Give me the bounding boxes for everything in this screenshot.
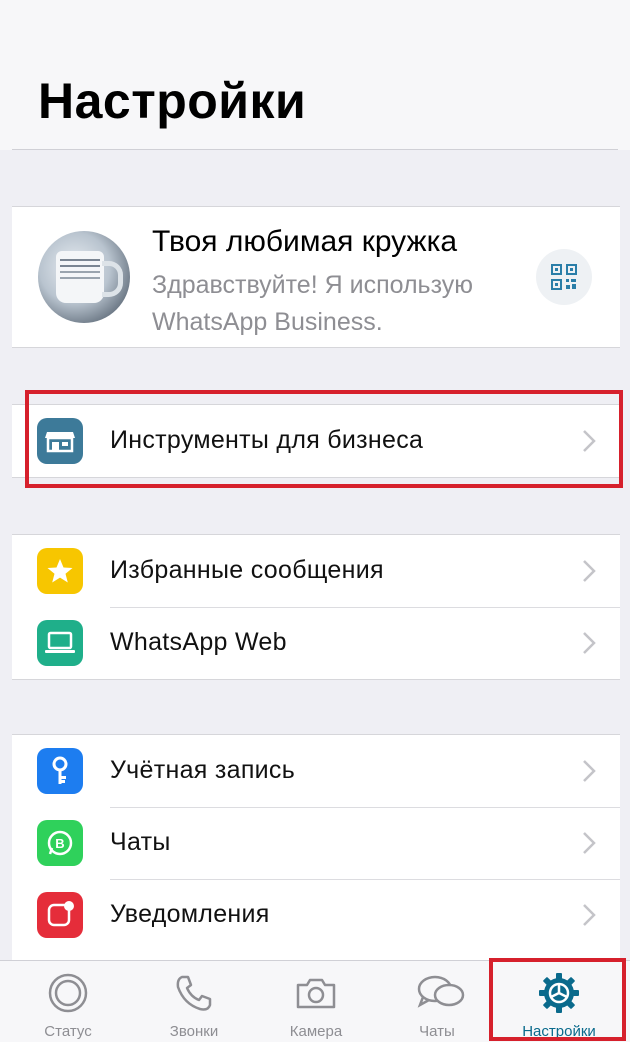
profile-name: Твоя любимая кружка xyxy=(152,225,458,258)
row-label: Инструменты для бизнеса xyxy=(110,426,424,454)
navigation-header: Настройки xyxy=(0,0,630,150)
status-icon xyxy=(48,973,88,1013)
row-whatsapp-web[interactable]: WhatsApp Web xyxy=(12,607,620,679)
chats-icon xyxy=(417,975,465,1008)
row-business-tools[interactable]: Инструменты для бизнеса xyxy=(12,405,620,477)
chevron-right-icon xyxy=(583,632,596,654)
header-divider xyxy=(12,149,618,150)
settings-gear-icon xyxy=(539,973,579,1013)
camera-icon xyxy=(296,978,336,1009)
tab-label: Камера xyxy=(289,1023,343,1040)
tab-calls[interactable]: Звонки xyxy=(131,961,257,1042)
chevron-right-icon xyxy=(583,560,596,582)
star-icon xyxy=(37,548,83,594)
qr-code-button[interactable] xyxy=(536,249,592,305)
laptop-icon xyxy=(37,620,83,666)
qr-code-icon xyxy=(551,264,577,290)
row-label: Избранные сообщения xyxy=(110,556,384,584)
features-section: Избранные сообщения WhatsApp Web xyxy=(12,534,620,680)
profile-card[interactable]: Твоя любимая кружка Здравствуйте! Я испо… xyxy=(12,206,620,348)
whatsapp-business-icon: B xyxy=(37,820,83,866)
svg-text:B: B xyxy=(55,836,64,851)
tab-chats[interactable]: Чаты xyxy=(374,961,500,1042)
chevron-right-icon xyxy=(583,904,596,926)
avatar[interactable] xyxy=(38,231,130,323)
tab-settings[interactable]: Настройки xyxy=(496,961,622,1042)
page-title: Настройки xyxy=(38,73,307,129)
business-section: Инструменты для бизнеса xyxy=(12,404,620,478)
notification-icon xyxy=(37,892,83,938)
business-store-icon xyxy=(37,418,83,464)
row-label: Уведомления xyxy=(110,900,270,928)
profile-status: Здравствуйте! Я использую WhatsApp Busin… xyxy=(152,271,474,336)
row-label: WhatsApp Web xyxy=(110,628,287,656)
tab-status[interactable]: Статус xyxy=(5,961,131,1042)
tab-camera[interactable]: Камера xyxy=(253,961,379,1042)
settings-section: Учётная запись B Чаты Уведомления xyxy=(12,734,620,961)
row-starred-messages[interactable]: Избранные сообщения xyxy=(12,535,620,607)
tab-bar: Статус Звонки Камера Чаты Настройки xyxy=(0,960,630,1042)
chevron-right-icon xyxy=(583,760,596,782)
tab-label: Звонки xyxy=(169,1023,219,1040)
row-label: Чаты xyxy=(110,828,171,856)
row-label: Учётная запись xyxy=(110,756,296,784)
row-account[interactable]: Учётная запись xyxy=(12,735,620,807)
tab-label: Чаты xyxy=(419,1023,455,1040)
phone-icon xyxy=(176,975,212,1011)
key-icon xyxy=(37,748,83,794)
tab-label: Статус xyxy=(44,1023,92,1040)
chevron-right-icon xyxy=(583,430,596,452)
row-chats[interactable]: B Чаты xyxy=(12,807,620,879)
tab-label: Настройки xyxy=(522,1023,596,1040)
chevron-right-icon xyxy=(583,832,596,854)
row-notifications[interactable]: Уведомления xyxy=(12,879,620,951)
